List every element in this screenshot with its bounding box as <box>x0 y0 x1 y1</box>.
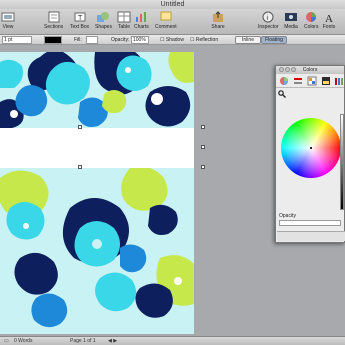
inspector-icon: i <box>262 11 274 23</box>
page-nav-arrows[interactable]: ◀ ▶ <box>108 338 117 345</box>
reflection-checkbox[interactable]: ☐ Reflection <box>190 36 218 44</box>
format-bar: 1 pt Fill: Opacity: 100% ☐ Shadow ☐ Refl… <box>0 35 345 45</box>
zoom-icon[interactable] <box>291 67 296 72</box>
shapes-button[interactable]: Shapes <box>95 11 112 30</box>
color-swatches-strip[interactable] <box>277 231 345 241</box>
zoom-indicator[interactable]: ▭ <box>4 338 9 345</box>
comment-button[interactable]: Comment <box>155 11 177 30</box>
sections-icon <box>48 11 60 23</box>
table-icon <box>117 11 131 23</box>
colors-panel-modes <box>276 74 344 88</box>
minimize-icon[interactable] <box>285 67 290 72</box>
status-bar: ▭ 0 Words Page 1 of 1 ◀ ▶ <box>0 336 345 345</box>
inspector-button[interactable]: i Inspector <box>258 11 279 30</box>
color-wheel-mode-icon[interactable] <box>279 76 289 86</box>
selection-handle[interactable] <box>201 165 205 169</box>
stroke-width-field[interactable]: 1 pt <box>2 36 32 44</box>
wrap-floating-button[interactable]: Floating <box>261 36 287 44</box>
selection-handle[interactable] <box>201 125 205 129</box>
fill-color-well[interactable] <box>86 36 98 44</box>
svg-text:T: T <box>78 15 83 22</box>
view-button[interactable]: View <box>1 11 15 30</box>
colors-button[interactable]: Colors <box>304 11 318 30</box>
media-icon <box>285 13 297 21</box>
colors-panel[interactable]: Colors Opacity <box>275 65 345 243</box>
window-titlebar: Untitled <box>0 0 345 9</box>
sliders-mode-icon[interactable] <box>293 76 303 86</box>
fill-label: Fill: <box>74 37 82 43</box>
view-icon <box>1 12 15 22</box>
color-wheel-cursor[interactable] <box>310 147 312 149</box>
share-button[interactable]: Share <box>211 11 225 30</box>
selection-handle[interactable] <box>201 145 205 149</box>
window-title: Untitled <box>160 1 185 8</box>
opacity-label: Opacity <box>279 213 296 219</box>
selection-handle[interactable] <box>78 165 82 169</box>
sections-button[interactable]: Sections <box>44 11 63 30</box>
crayons-mode-icon[interactable] <box>334 76 344 86</box>
magnifier-icon[interactable] <box>278 90 286 98</box>
floral-image-bottom[interactable] <box>0 168 194 334</box>
text-box-icon: T <box>74 12 86 22</box>
opacity-slider[interactable] <box>279 220 341 226</box>
toolbar: View Sections T Text Box Shapes Table Ch… <box>0 9 345 35</box>
brightness-slider[interactable] <box>340 114 344 210</box>
image-palettes-mode-icon[interactable] <box>321 76 331 86</box>
opacity-label: Opacity: <box>111 37 130 43</box>
document-page[interactable] <box>0 52 194 334</box>
selection-handle[interactable] <box>78 125 82 129</box>
comment-icon <box>160 11 172 21</box>
shapes-icon <box>97 12 110 22</box>
charts-button[interactable]: Charts <box>134 11 149 30</box>
page-indicator: Page 1 of 1 <box>70 338 96 344</box>
media-button[interactable]: Media <box>284 11 298 30</box>
colors-icon <box>306 12 317 22</box>
wrap-inline-button[interactable]: Inline <box>235 36 261 44</box>
charts-icon <box>136 12 147 22</box>
svg-text:A: A <box>325 13 333 23</box>
fonts-icon: A <box>325 13 333 23</box>
opacity-field[interactable]: 100% <box>131 36 149 44</box>
palettes-mode-icon[interactable] <box>307 76 317 86</box>
stroke-color-well[interactable] <box>44 36 62 44</box>
colors-panel-title: Colors <box>302 67 318 73</box>
fonts-button[interactable]: A Fonts <box>322 11 336 30</box>
share-icon <box>213 11 223 22</box>
text-box-button[interactable]: T Text Box <box>70 11 89 30</box>
shadow-checkbox[interactable]: ☐ Shadow <box>160 36 184 44</box>
colors-panel-titlebar[interactable]: Colors <box>276 66 344 74</box>
close-icon[interactable] <box>279 67 284 72</box>
table-button[interactable]: Table <box>117 11 131 30</box>
word-count: 0 Words <box>14 338 33 344</box>
floral-image-top[interactable] <box>0 52 194 128</box>
